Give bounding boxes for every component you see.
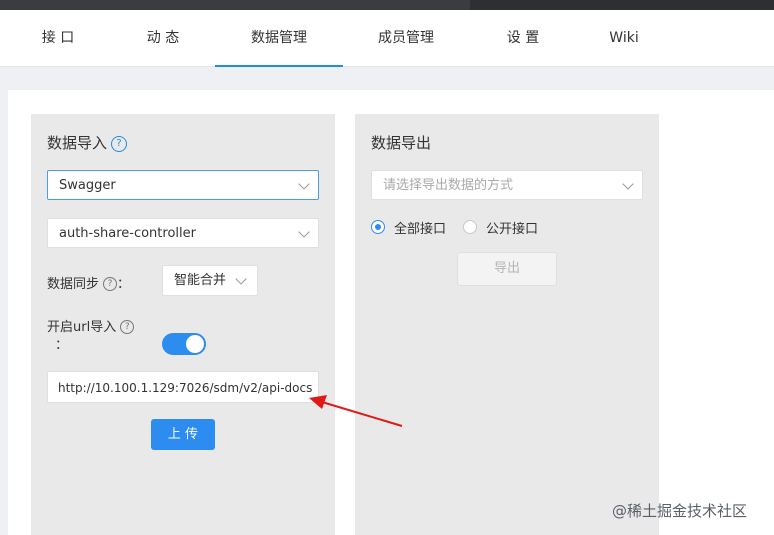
annotation-arrow-line — [321, 401, 403, 427]
annotation-arrow-head — [309, 395, 327, 409]
watermark: @稀土掘金技术社区 — [612, 502, 748, 520]
annotation-arrow — [309, 395, 403, 427]
